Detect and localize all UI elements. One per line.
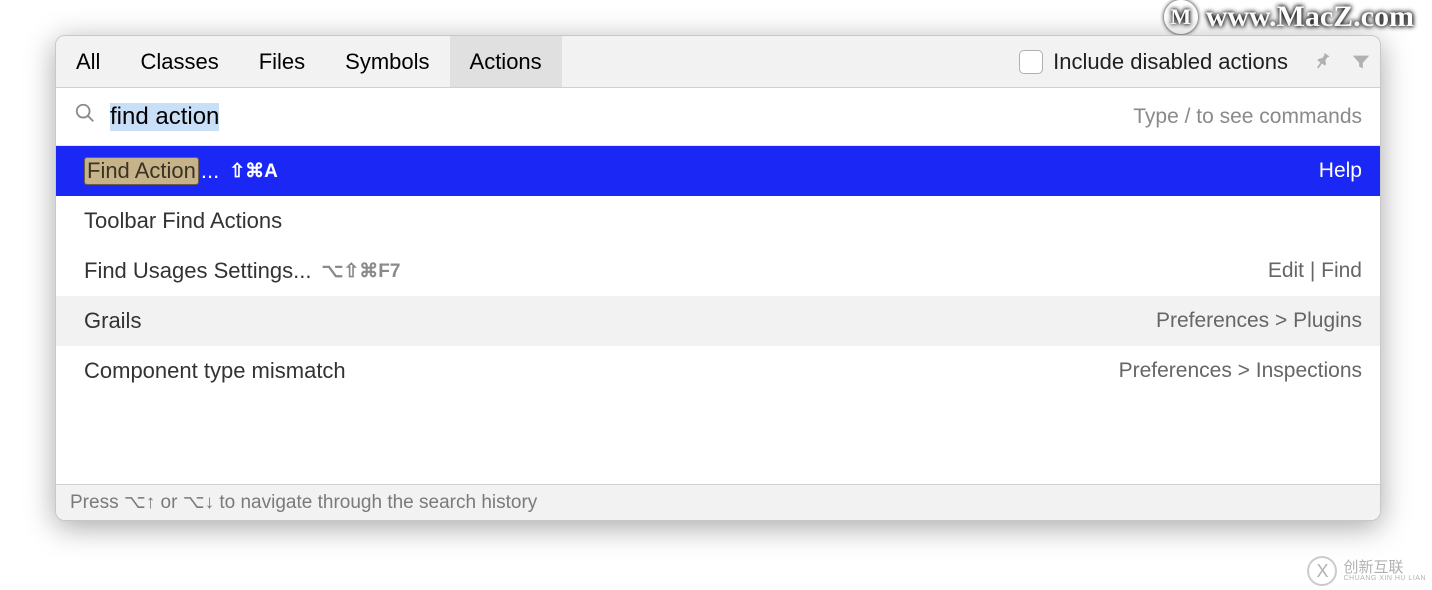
footer-hint: Press ⌥↑ or ⌥↓ to navigate through the s… bbox=[56, 484, 1380, 520]
pin-icon[interactable] bbox=[1312, 51, 1334, 73]
search-input[interactable]: find action bbox=[110, 103, 219, 131]
result-location: Preferences > Plugins bbox=[1156, 309, 1362, 333]
result-shortcut: ⇧⌘A bbox=[229, 160, 278, 183]
tab-classes[interactable]: Classes bbox=[120, 36, 238, 87]
tab-bar: All Classes Files Symbols Actions Includ… bbox=[56, 36, 1380, 88]
result-label-highlight: Find Action bbox=[84, 157, 199, 185]
result-label: Toolbar Find Actions bbox=[84, 208, 282, 234]
result-label: Grails bbox=[84, 308, 141, 334]
result-row[interactable]: Find Usages Settings... ⌥⇧⌘F7 Edit | Fin… bbox=[56, 246, 1380, 296]
tab-files[interactable]: Files bbox=[239, 36, 325, 87]
checkbox-icon[interactable] bbox=[1019, 50, 1043, 74]
result-location: Preferences > Inspections bbox=[1119, 359, 1362, 383]
search-icon bbox=[74, 102, 96, 131]
watermark-top: M www.MacZ.com bbox=[1164, 0, 1414, 34]
watermark-bottom-icon: X bbox=[1307, 556, 1337, 586]
result-label: Component type mismatch bbox=[84, 358, 346, 384]
watermark-bottom-zh: 创新互联 bbox=[1343, 560, 1426, 575]
tab-actions[interactable]: Actions bbox=[450, 36, 562, 87]
result-label-suffix: ... bbox=[201, 158, 219, 184]
result-row[interactable]: Toolbar Find Actions bbox=[56, 196, 1380, 246]
result-row[interactable]: Component type mismatch Preferences > In… bbox=[56, 346, 1380, 396]
watermark-bottom: X 创新互联 CHUANG XIN HU LIAN bbox=[1307, 556, 1426, 586]
watermark-top-icon: M bbox=[1164, 0, 1198, 34]
result-row[interactable]: Grails Preferences > Plugins bbox=[56, 296, 1380, 346]
search-hint: Type / to see commands bbox=[1133, 105, 1362, 129]
result-shortcut: ⌥⇧⌘F7 bbox=[321, 260, 400, 283]
results-list: Find Action... ⇧⌘A Help Toolbar Find Act… bbox=[56, 146, 1380, 484]
filter-icon[interactable] bbox=[1350, 51, 1372, 73]
result-label: Find Usages Settings... bbox=[84, 258, 311, 284]
include-disabled-label: Include disabled actions bbox=[1053, 49, 1288, 75]
watermark-top-text: www.MacZ.com bbox=[1206, 0, 1414, 34]
tab-all[interactable]: All bbox=[56, 36, 120, 87]
tab-symbols[interactable]: Symbols bbox=[325, 36, 449, 87]
search-bar[interactable]: find action Type / to see commands bbox=[56, 88, 1380, 146]
search-everywhere-popup: All Classes Files Symbols Actions Includ… bbox=[55, 35, 1381, 521]
result-location: Help bbox=[1319, 159, 1362, 183]
result-location: Edit | Find bbox=[1268, 259, 1362, 283]
include-disabled-actions[interactable]: Include disabled actions bbox=[1019, 49, 1288, 75]
result-row[interactable]: Find Action... ⇧⌘A Help bbox=[56, 146, 1380, 196]
watermark-bottom-en: CHUANG XIN HU LIAN bbox=[1343, 575, 1426, 582]
results-empty-space bbox=[56, 396, 1380, 484]
